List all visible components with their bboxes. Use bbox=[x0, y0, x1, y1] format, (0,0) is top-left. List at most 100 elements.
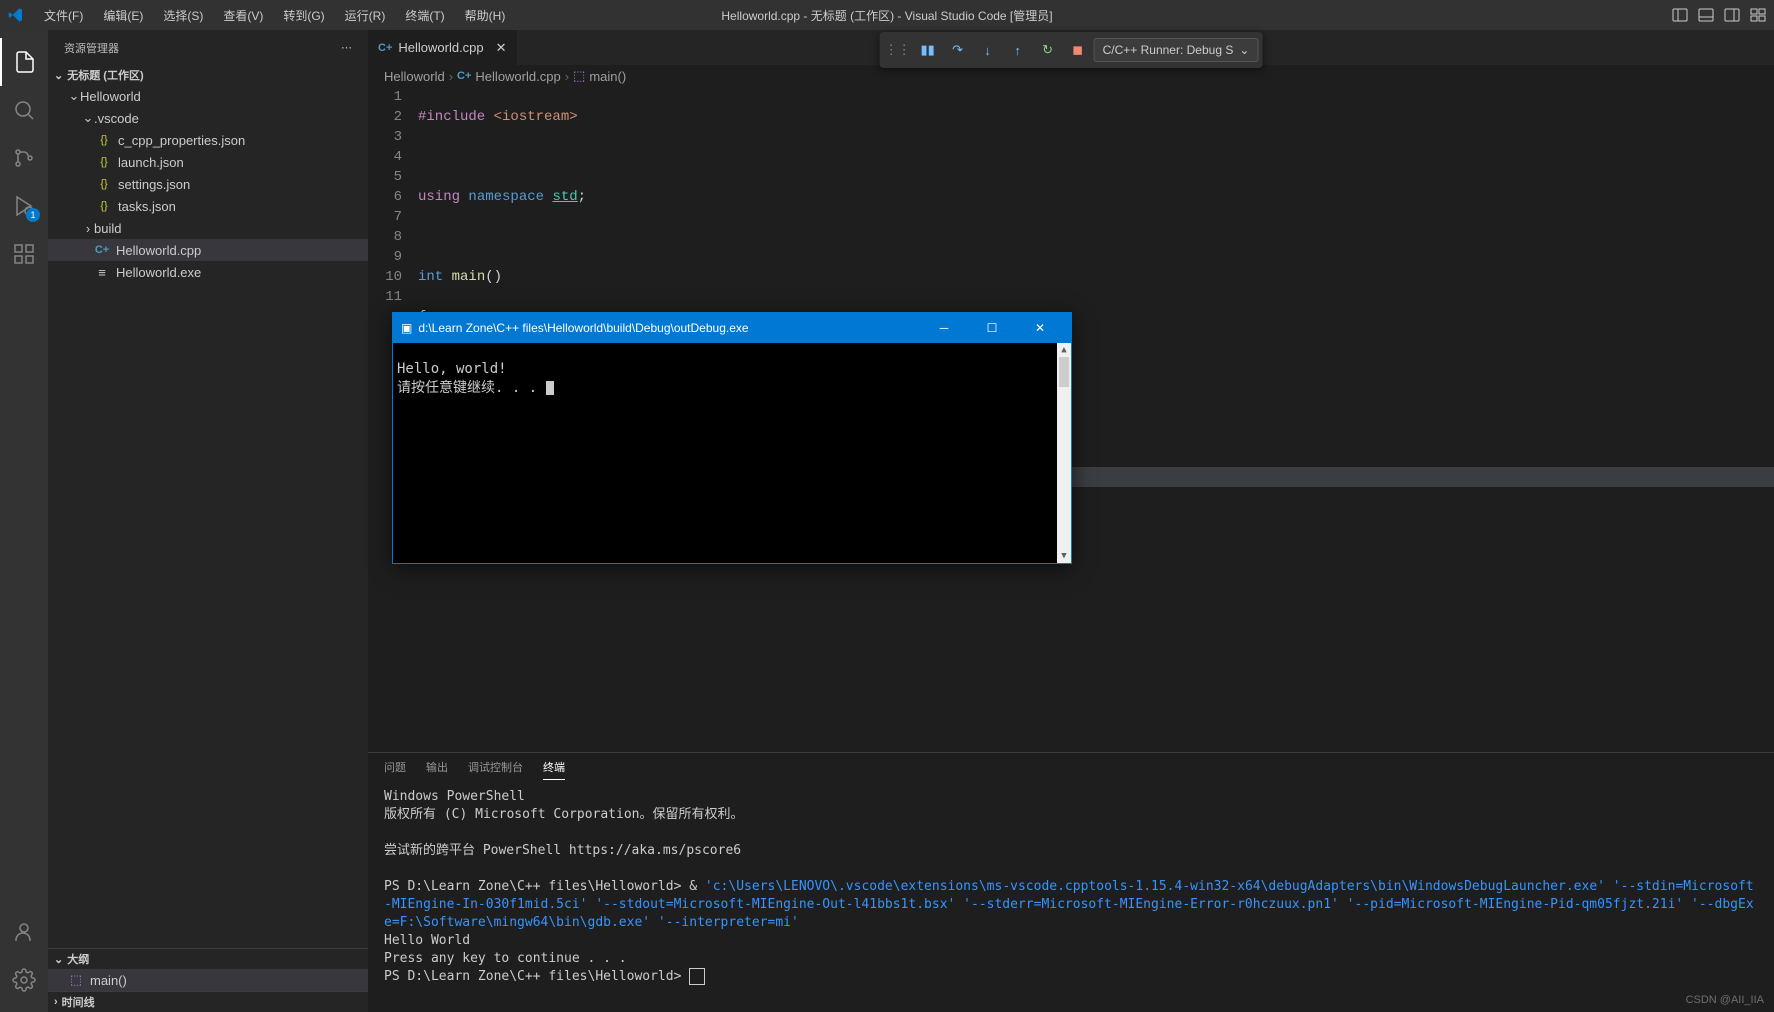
panel-tab-terminal[interactable]: 终端 bbox=[543, 759, 565, 780]
file-tree: ⌄ Helloworld ⌄ .vscode {} c_cpp_properti… bbox=[48, 85, 368, 948]
outline-label: main() bbox=[90, 973, 127, 988]
chevron-down-icon: ⌄ bbox=[1239, 43, 1249, 57]
terminal-content[interactable]: Windows PowerShell 版权所有 (C) Microsoft Co… bbox=[368, 780, 1774, 1012]
window-title: Helloworld.cpp - 无标题 (工作区) - Visual Stud… bbox=[721, 7, 1052, 24]
activity-source-control[interactable] bbox=[0, 134, 48, 182]
menu-terminal[interactable]: 终端(T) bbox=[397, 3, 452, 28]
debug-step-into-button[interactable]: ↓ bbox=[974, 36, 1002, 64]
tree-file-launch[interactable]: {} launch.json bbox=[48, 151, 368, 173]
workspace-section[interactable]: ⌄ 无标题 (工作区) bbox=[48, 65, 368, 85]
tree-label: launch.json bbox=[118, 155, 184, 170]
breadcrumb-file[interactable]: C+ Helloworld.cpp bbox=[457, 69, 561, 84]
tree-folder-vscode[interactable]: ⌄ .vscode bbox=[48, 107, 368, 129]
cpp-file-icon: C+ bbox=[378, 42, 392, 54]
cpp-file-icon: C+ bbox=[457, 70, 471, 82]
toggle-panel-right-icon[interactable] bbox=[1724, 7, 1740, 23]
chevron-right-icon: › bbox=[82, 221, 94, 236]
tab-label: Helloworld.cpp bbox=[398, 40, 483, 55]
workspace-label: 无标题 (工作区) bbox=[67, 67, 143, 83]
outline-header[interactable]: ⌄ 大纲 bbox=[48, 949, 368, 969]
tree-file-helloworld-exe[interactable]: ≡ Helloworld.exe bbox=[48, 261, 368, 283]
scroll-up-arrow-icon[interactable]: ▲ bbox=[1057, 343, 1071, 357]
toggle-panel-left-icon[interactable] bbox=[1672, 7, 1688, 23]
sidebar-more-icon[interactable]: ⋯ bbox=[341, 41, 352, 54]
tree-label: c_cpp_properties.json bbox=[118, 133, 245, 148]
cursor-icon bbox=[546, 381, 554, 395]
debug-step-over-button[interactable]: ↷ bbox=[944, 36, 972, 64]
activity-extensions[interactable] bbox=[0, 230, 48, 278]
titlebar: 文件(F) 编辑(E) 选择(S) 查看(V) 转到(G) 运行(R) 终端(T… bbox=[0, 0, 1774, 30]
tree-folder-build[interactable]: › build bbox=[48, 217, 368, 239]
close-tab-icon[interactable]: ✕ bbox=[496, 40, 507, 56]
debug-config-dropdown[interactable]: C/C++ Runner: Debug S ⌄ bbox=[1094, 38, 1259, 62]
json-icon: {} bbox=[96, 198, 112, 214]
debug-pause-button[interactable]: ▮▮ bbox=[914, 36, 942, 64]
chevron-down-icon: ⌄ bbox=[54, 69, 63, 82]
console-title: d:\Learn Zone\C++ files\Helloworld\build… bbox=[418, 321, 748, 335]
menu-select[interactable]: 选择(S) bbox=[155, 3, 211, 28]
menu-go[interactable]: 转到(G) bbox=[275, 3, 332, 28]
outline-item-main[interactable]: ⬚ main() bbox=[48, 969, 368, 991]
cpp-file-icon: C+ bbox=[94, 242, 110, 258]
console-minimize-button[interactable]: ─ bbox=[921, 313, 967, 343]
activity-bar: 1 bbox=[0, 30, 48, 1012]
debug-stop-button[interactable]: ◼ bbox=[1064, 36, 1092, 64]
method-icon: ⬚ bbox=[573, 68, 585, 84]
gear-icon bbox=[12, 968, 36, 992]
console-titlebar[interactable]: ▣ d:\Learn Zone\C++ files\Helloworld\bui… bbox=[393, 313, 1071, 343]
debug-restart-button[interactable]: ↻ bbox=[1034, 36, 1062, 64]
debug-drag-handle-icon[interactable]: ⋮⋮ bbox=[884, 36, 912, 64]
panel-tab-output[interactable]: 输出 bbox=[426, 759, 448, 780]
debug-badge: 1 bbox=[26, 208, 40, 222]
scrollbar-thumb[interactable] bbox=[1059, 357, 1069, 387]
chevron-right-icon: › bbox=[449, 69, 453, 84]
console-body[interactable]: Hello, world! 请按任意键继续. . . ▲ ▼ bbox=[393, 343, 1071, 563]
terminal-line bbox=[384, 860, 1758, 878]
scroll-down-arrow-icon[interactable]: ▼ bbox=[1057, 549, 1071, 563]
console-scrollbar[interactable]: ▲ ▼ bbox=[1057, 343, 1071, 563]
console-close-button[interactable]: ✕ bbox=[1017, 313, 1063, 343]
tree-file-helloworld-cpp[interactable]: C+ Helloworld.cpp bbox=[48, 239, 368, 261]
tree-file-tasks[interactable]: {} tasks.json bbox=[48, 195, 368, 217]
timeline-title: 时间线 bbox=[62, 994, 95, 1010]
breadcrumb-file-label: Helloworld.cpp bbox=[475, 69, 560, 84]
tree-file-cpp-props[interactable]: {} c_cpp_properties.json bbox=[48, 129, 368, 151]
activity-run-debug[interactable]: 1 bbox=[0, 182, 48, 230]
activity-search[interactable] bbox=[0, 86, 48, 134]
tree-folder-root[interactable]: ⌄ Helloworld bbox=[48, 85, 368, 107]
menu-file[interactable]: 文件(F) bbox=[36, 3, 91, 28]
sidebar: 资源管理器 ⋯ ⌄ 无标题 (工作区) ⌄ Helloworld ⌄ .vsco… bbox=[48, 30, 368, 1012]
tab-helloworld-cpp[interactable]: C+ Helloworld.cpp ✕ bbox=[368, 30, 518, 65]
breadcrumb-symbol[interactable]: ⬚ main() bbox=[573, 68, 626, 84]
activity-account[interactable] bbox=[0, 908, 48, 956]
breadcrumb-folder[interactable]: Helloworld bbox=[384, 69, 445, 84]
panel-tab-debug-console[interactable]: 调试控制台 bbox=[468, 759, 523, 780]
panel-tab-problems[interactable]: 问题 bbox=[384, 759, 406, 780]
tree-file-settings[interactable]: {} settings.json bbox=[48, 173, 368, 195]
menu-edit[interactable]: 编辑(E) bbox=[95, 3, 151, 28]
timeline-header[interactable]: › 时间线 bbox=[48, 992, 368, 1012]
activity-settings[interactable] bbox=[0, 956, 48, 1004]
panel: 问题 输出 调试控制台 终端 Windows PowerShell 版权所有 (… bbox=[368, 752, 1774, 1012]
customize-layout-icon[interactable] bbox=[1750, 7, 1766, 23]
debug-step-out-button[interactable]: ↑ bbox=[1004, 36, 1032, 64]
panel-tabs: 问题 输出 调试控制台 终端 bbox=[368, 753, 1774, 780]
outline-title: 大纲 bbox=[67, 951, 89, 967]
breadcrumb-symbol-label: main() bbox=[589, 69, 626, 84]
console-window[interactable]: ▣ d:\Learn Zone\C++ files\Helloworld\bui… bbox=[392, 312, 1072, 564]
json-icon: {} bbox=[96, 176, 112, 192]
vscode-logo-icon bbox=[8, 7, 24, 23]
menu-run[interactable]: 运行(R) bbox=[337, 3, 394, 28]
method-icon: ⬚ bbox=[68, 972, 84, 988]
titlebar-layout-controls bbox=[1672, 7, 1766, 23]
tree-label: Helloworld.cpp bbox=[116, 243, 201, 258]
toggle-panel-bottom-icon[interactable] bbox=[1698, 7, 1714, 23]
console-maximize-button[interactable]: ☐ bbox=[969, 313, 1015, 343]
activity-explorer[interactable] bbox=[0, 38, 48, 86]
menu-help[interactable]: 帮助(H) bbox=[457, 3, 514, 28]
debug-toolbar[interactable]: ⋮⋮ ▮▮ ↷ ↓ ↑ ↻ ◼ C/C++ Runner: Debug S ⌄ bbox=[880, 32, 1263, 68]
tree-label: Helloworld bbox=[80, 89, 141, 104]
menu-view[interactable]: 查看(V) bbox=[215, 3, 271, 28]
tree-label: settings.json bbox=[118, 177, 190, 192]
sidebar-header: 资源管理器 ⋯ bbox=[48, 30, 368, 65]
